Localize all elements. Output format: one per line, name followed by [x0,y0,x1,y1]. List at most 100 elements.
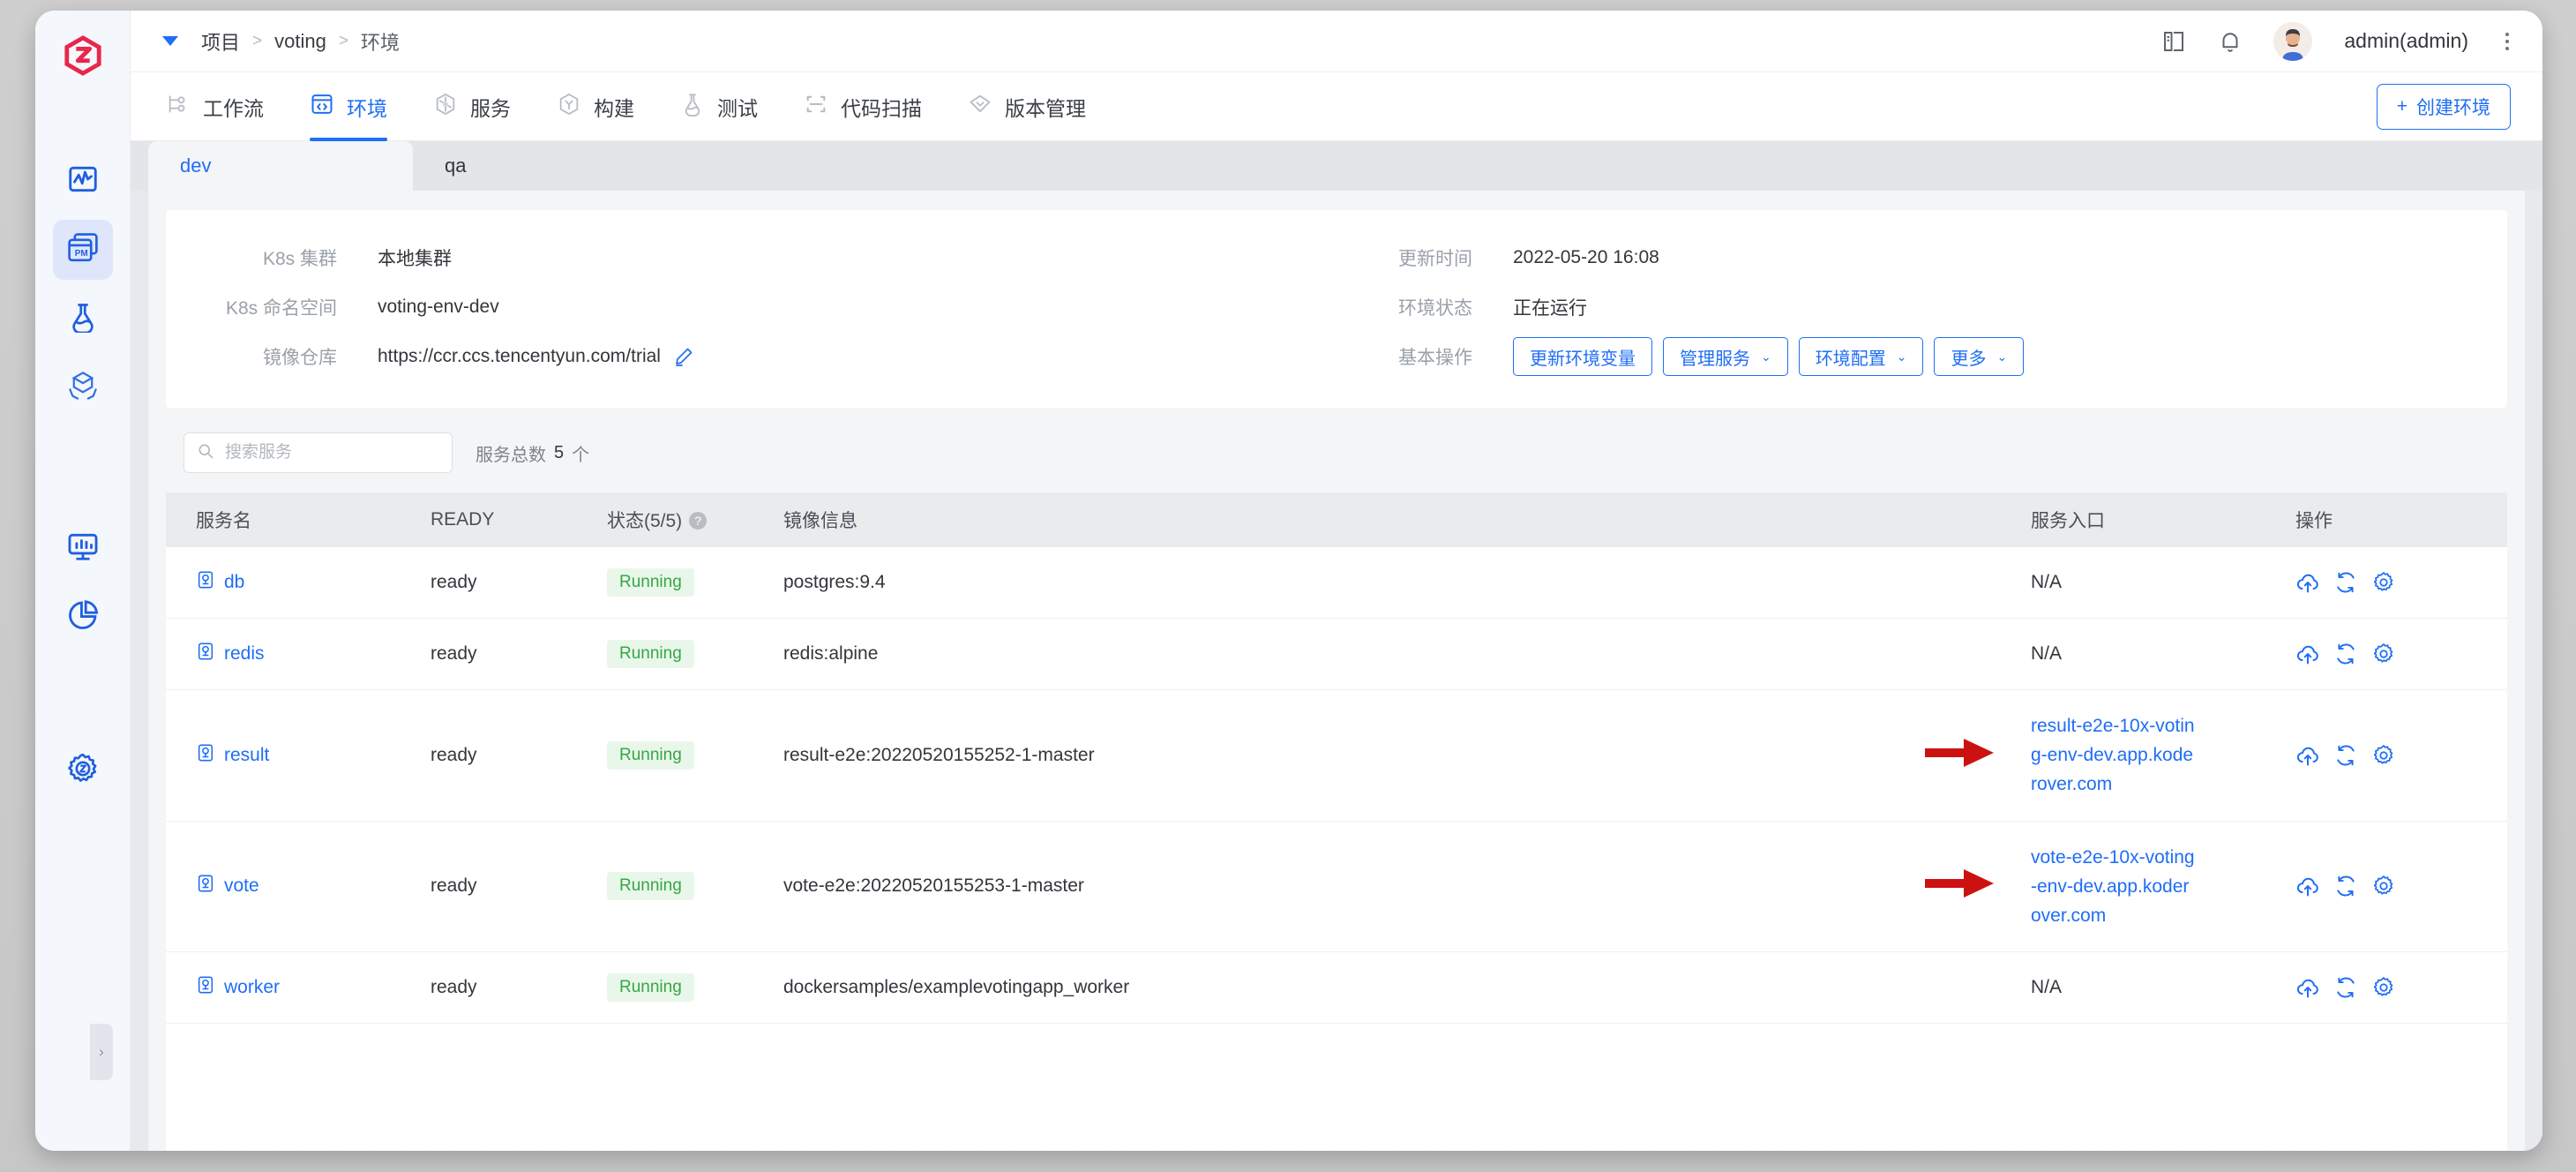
cell-operations [2295,689,2507,822]
search-box[interactable] [183,432,453,473]
sidebar-item-monitor-pulse[interactable] [53,151,113,211]
service-name-link[interactable]: redis [196,642,431,666]
cloud-upload-icon[interactable] [2295,642,2320,666]
sidebar-item-delivery[interactable] [53,357,113,417]
service-entry-value: N/A [2031,977,2063,998]
sidebar-item-test[interactable] [53,289,113,349]
gear-icon[interactable] [2371,743,2396,768]
gear-icon[interactable] [2371,874,2396,898]
restart-icon[interactable] [2334,875,2357,898]
cell-service-entry: result-e2e-10x-voting-env-dev.app.kodero… [1925,689,2295,822]
cloud-upload-icon[interactable] [2295,874,2320,898]
more-vertical-icon[interactable] [2505,32,2509,50]
service-cube-icon [196,874,215,898]
cloud-upload-icon[interactable] [2295,975,2320,1000]
service-cube-icon [196,975,215,1000]
sidebar-item-settings[interactable] [53,740,113,800]
table-row: db ready Running postgres:9.4 N/A [166,547,2507,619]
info-label-cluster: K8s 集群 [262,249,337,269]
avatar[interactable] [2273,21,2313,61]
env-tab-dev[interactable]: dev [148,141,413,191]
restart-icon[interactable] [2334,571,2357,594]
tab-code-scan[interactable]: 代码扫描 [804,72,922,141]
tab-build[interactable]: 构建 [557,72,634,141]
sidebar-item-dashboard[interactable] [53,518,113,578]
tab-label: 版本管理 [1005,96,1086,120]
book-icon[interactable] [2160,28,2187,55]
env-tab-qa[interactable]: qa [413,141,678,191]
service-entry-link[interactable]: vote-e2e-10x-voting-env-dev.app.koderove… [2031,843,2198,931]
environment-config-button[interactable]: 环境配置 ⌄ [1798,337,1924,376]
cell-ready: ready [431,547,607,619]
service-name-link[interactable]: result [196,743,431,768]
gear-icon[interactable] [2371,642,2396,666]
bell-icon[interactable] [2217,28,2243,55]
create-environment-button[interactable]: + 创建环境 [2376,83,2511,130]
cell-status: Running [607,547,783,619]
plus-icon: + [2396,95,2408,116]
chevron-down-icon: ⌄ [1996,349,2008,364]
gear-icon[interactable] [2371,570,2396,595]
help-icon[interactable]: ? [689,512,708,530]
sidebar-item-statistics[interactable] [53,587,113,647]
status-badge: Running [607,568,694,597]
info-row-basic-ops: 基本操作 更新环境变量 管理服务 ⌄ 环境配置 ⌄ 更多 ⌄ [1337,332,2472,381]
service-cube-icon [196,570,215,595]
row-actions [2295,570,2507,595]
service-entry-value: N/A [2031,572,2063,592]
tab-environment[interactable]: 环境 [310,72,387,141]
sidebar-item-project-management[interactable]: PM [52,220,113,280]
restart-icon[interactable] [2334,744,2357,767]
sidebar-collapse-handle[interactable]: › [90,1024,113,1080]
breadcrumb-item-environment: 环境 [360,31,400,54]
info-value-namespace: voting-env-dev [378,297,499,317]
button-label: 管理服务 [1680,349,1750,369]
breadcrumb-item-voting[interactable]: voting [274,30,326,53]
row-actions [2295,874,2507,898]
manage-services-button[interactable]: 管理服务 ⌄ [1663,337,1788,376]
service-name-label: db [224,572,245,592]
service-name-link[interactable]: worker [196,975,431,1000]
cell-service-name: redis [166,618,431,690]
service-name-link[interactable]: db [196,570,431,595]
service-entry-link[interactable]: result-e2e-10x-voting-env-dev.app.kodero… [2031,711,2198,800]
basic-operations-buttons: 更新环境变量 管理服务 ⌄ 环境配置 ⌄ 更多 ⌄ [1513,337,2025,376]
restart-icon[interactable] [2334,642,2357,665]
pencil-icon[interactable] [673,346,694,367]
app-window: PM › 项目 > voting > 环境 admin(admin) 工作流 环… [35,11,2542,1151]
info-value-env-status: 正在运行 [1513,298,1587,319]
cell-service-entry: N/A [2031,618,2295,690]
restart-icon[interactable] [2334,976,2357,999]
chevron-down-icon: ⌄ [1896,349,1907,364]
column-header-image-info: 镜像信息 [783,492,2031,547]
gear-icon[interactable] [2371,975,2396,1000]
cell-service-name: db [166,547,431,619]
cell-operations [2295,618,2507,690]
info-row-cluster: K8s 集群 本地集群 [201,233,1337,282]
cloud-upload-icon[interactable] [2295,570,2320,595]
update-env-variables-button[interactable]: 更新环境变量 [1513,337,1652,376]
service-cube-icon [196,743,215,768]
project-dropdown-caret-icon[interactable] [162,36,178,46]
table-body: db ready Running postgres:9.4 N/A redis ready R… [166,547,2507,1025]
services-table: 服务名 READY 状态(5/5)? 镜像信息 服务入口 操作 db ready… [166,492,2507,1025]
package-delivery-icon [66,369,100,407]
cell-image-info: postgres:9.4 [783,547,2031,619]
cell-status: Running [607,689,783,822]
cloud-upload-icon[interactable] [2295,743,2320,768]
column-header-status: 状态(5/5)? [607,492,783,547]
annotation-arrow-icon [1925,866,1994,906]
tab-version-management[interactable]: 版本管理 [968,72,1086,141]
service-name-link[interactable]: vote [196,874,431,898]
tab-label: 服务 [470,96,511,120]
tab-service[interactable]: 服务 [433,72,511,141]
koderover-logo[interactable] [63,35,103,80]
search-input[interactable] [225,443,439,462]
tab-workflow[interactable]: 工作流 [166,72,264,141]
info-label-namespace: K8s 命名空间 [225,298,337,319]
monitor-pulse-icon [66,162,100,200]
more-actions-button[interactable]: 更多 ⌄ [1934,337,2025,376]
tab-test[interactable]: 测试 [680,72,758,141]
breadcrumb-item-projects[interactable]: 项目 [201,27,240,56]
cell-image-info: result-e2e:20220520155252-1-master [783,689,2031,822]
